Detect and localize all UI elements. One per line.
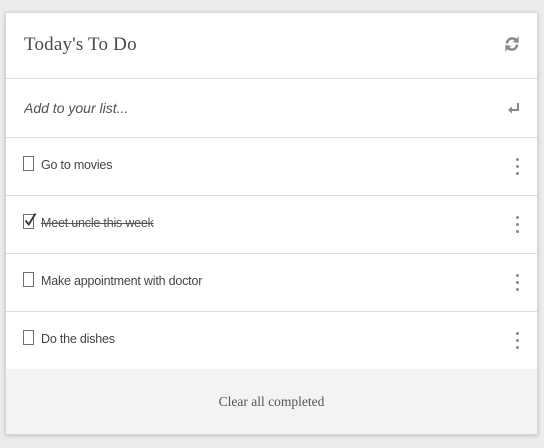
add-item-row bbox=[6, 79, 537, 138]
todo-header: Today's To Do bbox=[6, 13, 537, 79]
check-icon bbox=[24, 213, 37, 227]
list-item: Do the dishes bbox=[6, 312, 537, 370]
item-checkbox[interactable] bbox=[23, 272, 34, 287]
page-title: Today's To Do bbox=[24, 34, 137, 55]
item-label: Make appointment with doctor bbox=[41, 274, 203, 288]
todo-card: Today's To Do Go to movies Meet uncle th… bbox=[5, 12, 538, 435]
item-checkbox[interactable] bbox=[23, 213, 37, 229]
item-label: Meet uncle this week bbox=[41, 216, 154, 230]
more-vert-icon[interactable] bbox=[513, 157, 523, 177]
enter-icon[interactable] bbox=[507, 101, 521, 115]
list-item: Go to movies bbox=[6, 138, 537, 196]
item-label: Go to movies bbox=[41, 158, 113, 172]
item-label: Do the dishes bbox=[41, 332, 115, 346]
todo-footer: Clear all completed bbox=[6, 369, 537, 434]
more-vert-icon[interactable] bbox=[513, 273, 523, 293]
refresh-icon[interactable] bbox=[503, 33, 521, 55]
more-vert-icon[interactable] bbox=[513, 331, 523, 351]
list-item: Meet uncle this week bbox=[6, 196, 537, 254]
list-item: Make appointment with doctor bbox=[6, 254, 537, 312]
clear-completed-button[interactable]: Clear all completed bbox=[6, 394, 537, 410]
item-checkbox[interactable] bbox=[23, 156, 34, 171]
more-vert-icon[interactable] bbox=[513, 215, 523, 235]
add-item-input[interactable] bbox=[22, 95, 484, 121]
item-checkbox[interactable] bbox=[23, 330, 34, 345]
